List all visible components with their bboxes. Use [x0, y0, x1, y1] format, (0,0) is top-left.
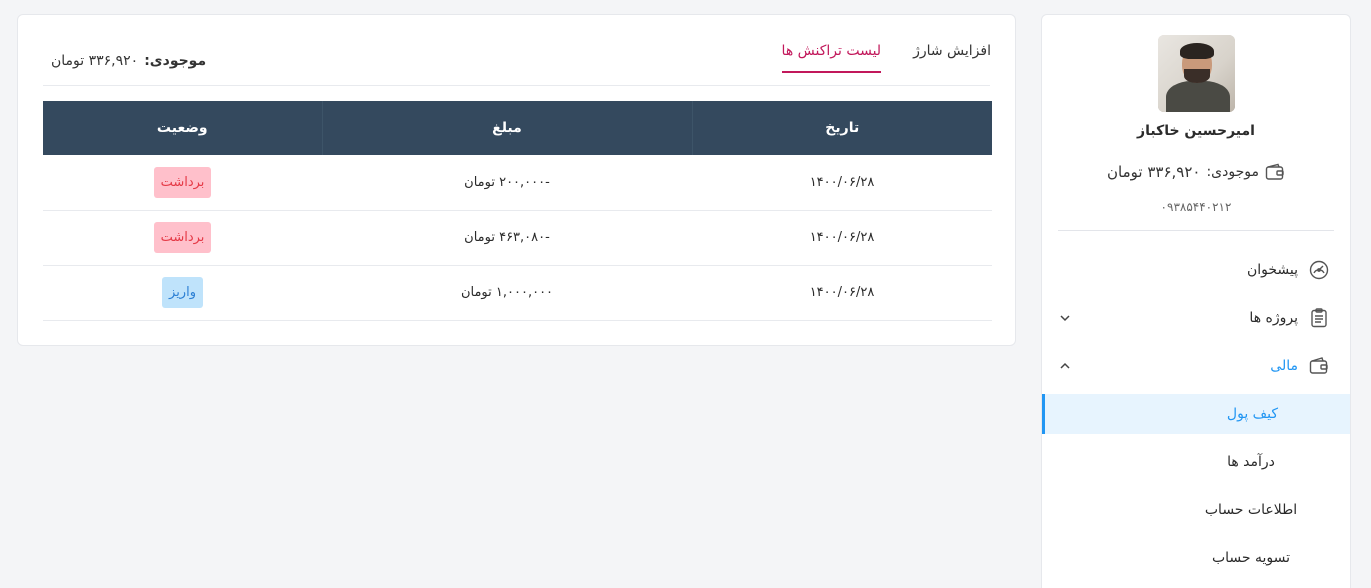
sidebar-balance: موجودی: ۳۳۶,۹۲۰ تومان — [1042, 163, 1350, 181]
avatar-beard — [1184, 69, 1210, 83]
cell-date: ۱۴۰۰/۰۶/۲۸ — [692, 155, 992, 211]
sidebar-item-projects[interactable]: پروژه ها — [1042, 297, 1350, 339]
avatar-body — [1166, 81, 1230, 112]
sidebar-subitem-account-info[interactable]: اطلاعات حساب — [1042, 490, 1350, 530]
sidebar-item-finance[interactable]: مالی — [1042, 345, 1350, 387]
status-badge: برداشت — [153, 222, 212, 253]
avatar[interactable] — [1158, 35, 1235, 112]
tab-divider — [43, 85, 990, 86]
cell-date: ۱۴۰۰/۰۶/۲۸ — [692, 210, 992, 266]
chevron-up-icon[interactable] — [1058, 359, 1072, 373]
cell-amount: ۱,۰۰۰,۰۰۰ تومان — [322, 265, 692, 321]
sidebar-item-label: پروژه ها — [1249, 310, 1298, 326]
card-balance: موجودی: ۳۳۶,۹۲۰ تومان — [51, 53, 206, 69]
dashboard-icon — [1308, 259, 1330, 281]
cell-amount: -۴۶۳,۰۸۰ تومان — [322, 210, 692, 266]
table-row: ۱۴۰۰/۰۶/۲۸ -۴۶۳,۰۸۰ تومان برداشت — [43, 210, 992, 266]
sidebar-item-dashboard[interactable]: پیشخوان — [1042, 249, 1350, 291]
wallet-icon — [1265, 163, 1285, 181]
header-amount[interactable]: مبلغ — [321, 101, 692, 155]
tab-transaction-list[interactable]: لیست تراکنش ها — [781, 43, 882, 73]
status-badge: واریز — [162, 277, 203, 308]
card-balance-label: موجودی: — [144, 53, 207, 69]
cell-status: واریز — [43, 265, 322, 321]
table-row: ۱۴۰۰/۰۶/۲۸ ۱,۰۰۰,۰۰۰ تومان واریز — [43, 265, 992, 321]
sidebar-balance-label: موجودی: — [1206, 164, 1259, 180]
avatar-hair — [1180, 43, 1214, 59]
table-row: ۱۴۰۰/۰۶/۲۸ -۲۰۰,۰۰۰ تومان برداشت — [43, 155, 992, 211]
sidebar-subitem-label: اطلاعات حساب — [1204, 502, 1298, 518]
user-name: امیرحسین خاکباز — [1137, 123, 1255, 139]
sidebar-item-label: مالی — [1270, 358, 1298, 374]
clipboard-icon — [1308, 307, 1330, 329]
tab-bar: افزایش شارژ لیست تراکنش ها — [781, 43, 991, 73]
sidebar-subitem-label: تسویه حساب — [1211, 550, 1291, 566]
cell-status: برداشت — [43, 210, 322, 266]
sidebar-item-label: پیشخوان — [1246, 262, 1298, 278]
wallet-icon — [1308, 355, 1330, 377]
card-balance-amount: ۳۳۶,۹۲۰ تومان — [51, 53, 139, 69]
header-status[interactable]: وضعیت — [43, 101, 322, 155]
transactions-table: تاریخ مبلغ وضعیت ۱۴۰۰/۰۶/۲۸ -۲۰۰,۰۰۰ توم… — [43, 101, 992, 321]
table-header-row: تاریخ مبلغ وضعیت — [43, 101, 992, 155]
sidebar-subitem-label: درآمد ها — [1227, 454, 1275, 470]
status-badge: برداشت — [153, 166, 212, 198]
sidebar-subitem-label: کیف پول — [1226, 406, 1279, 422]
sidebar-subitem-income[interactable]: درآمد ها — [1042, 442, 1350, 482]
sidebar-subitem-wallet[interactable]: کیف پول — [1042, 394, 1350, 434]
sidebar-divider — [1058, 230, 1334, 231]
cell-date: ۱۴۰۰/۰۶/۲۸ — [692, 265, 992, 321]
header-date[interactable]: تاریخ — [691, 101, 992, 155]
sidebar-balance-amount: ۳۳۶,۹۲۰ تومان — [1107, 163, 1201, 181]
cell-amount: -۲۰۰,۰۰۰ تومان — [322, 155, 692, 211]
cell-status: برداشت — [43, 155, 322, 211]
chevron-down-icon[interactable] — [1058, 311, 1072, 325]
phone-number: ۰۹۳۸۵۴۴۰۲۱۲ — [1160, 200, 1232, 214]
tab-increase-charge[interactable]: افزایش شارژ — [913, 43, 991, 73]
sidebar: امیرحسین خاکباز موجودی: ۳۳۶,۹۲۰ تومان ۰۹… — [1041, 14, 1351, 588]
transactions-card: افزایش شارژ لیست تراکنش ها موجودی: ۳۳۶,۹… — [17, 14, 1016, 346]
sidebar-subitem-settlement[interactable]: تسویه حساب — [1042, 538, 1350, 578]
